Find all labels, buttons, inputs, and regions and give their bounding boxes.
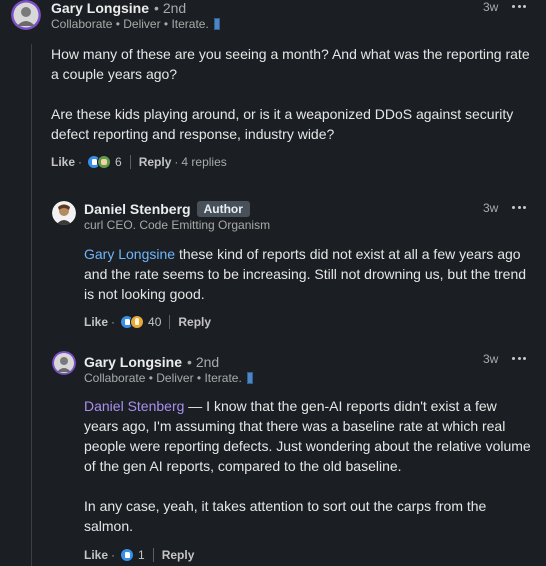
mention-link[interactable]: Gary Longsine [84, 246, 175, 262]
reaction-count[interactable]: 40 [148, 315, 161, 329]
author-tagline: Collaborate • Deliver • Iterate. [84, 371, 242, 385]
reactions-summary[interactable] [120, 315, 145, 329]
thread-line [31, 44, 32, 566]
mention-link[interactable]: Daniel Stenberg [84, 398, 184, 414]
more-options-icon[interactable] [512, 355, 526, 361]
reply-button[interactable]: Reply [162, 548, 195, 562]
author-tagline: Collaborate • Deliver • Iterate. [51, 17, 209, 31]
flag-icon [213, 18, 220, 30]
author-badge: Author [196, 201, 250, 217]
flag-icon [246, 372, 253, 384]
author-name[interactable]: Daniel Stenberg [84, 201, 191, 217]
reactions-summary[interactable] [87, 155, 112, 169]
comment-body: How many of these are you seeing a month… [51, 44, 531, 144]
reaction-count[interactable]: 6 [115, 155, 122, 169]
more-options-icon[interactable] [512, 3, 526, 9]
like-button[interactable]: Like [51, 155, 75, 169]
author-name[interactable]: Gary Longsine [51, 0, 149, 16]
comment-paragraph: Are these kids playing around, or is it … [51, 106, 514, 142]
like-reaction-icon [120, 548, 135, 562]
reply-button[interactable]: Reply [178, 315, 211, 329]
avatar[interactable] [52, 351, 76, 375]
comment-paragraph: How many of these are you seeing a month… [51, 46, 530, 82]
timestamp: 3w [483, 201, 499, 215]
comment-body: Daniel Stenberg — I know that the gen-AI… [84, 396, 532, 536]
reaction-count[interactable]: 1 [138, 548, 145, 562]
more-options-icon[interactable] [512, 204, 526, 210]
timestamp: 3w [483, 0, 499, 14]
timestamp: 3w [483, 352, 499, 366]
connection-degree: • 2nd [154, 0, 187, 16]
reactions-summary[interactable] [120, 548, 135, 562]
comment-body: Gary Longsine these kind of reports did … [84, 244, 532, 304]
comment-paragraph: In any case, yeah, it takes attention to… [84, 498, 487, 534]
like-button[interactable]: Like [84, 315, 108, 329]
connection-degree: • 2nd [187, 354, 220, 370]
avatar[interactable] [11, 0, 41, 30]
avatar[interactable] [52, 201, 76, 225]
insightful-reaction-icon [130, 315, 145, 329]
author-name[interactable]: Gary Longsine [84, 354, 182, 370]
replies-count-link[interactable]: 4 replies [181, 155, 226, 169]
like-button[interactable]: Like [84, 548, 108, 562]
author-tagline: curl CEO. Code Emitting Organism [84, 218, 271, 232]
celebrate-reaction-icon [97, 155, 112, 169]
reply-button[interactable]: Reply [139, 155, 172, 169]
